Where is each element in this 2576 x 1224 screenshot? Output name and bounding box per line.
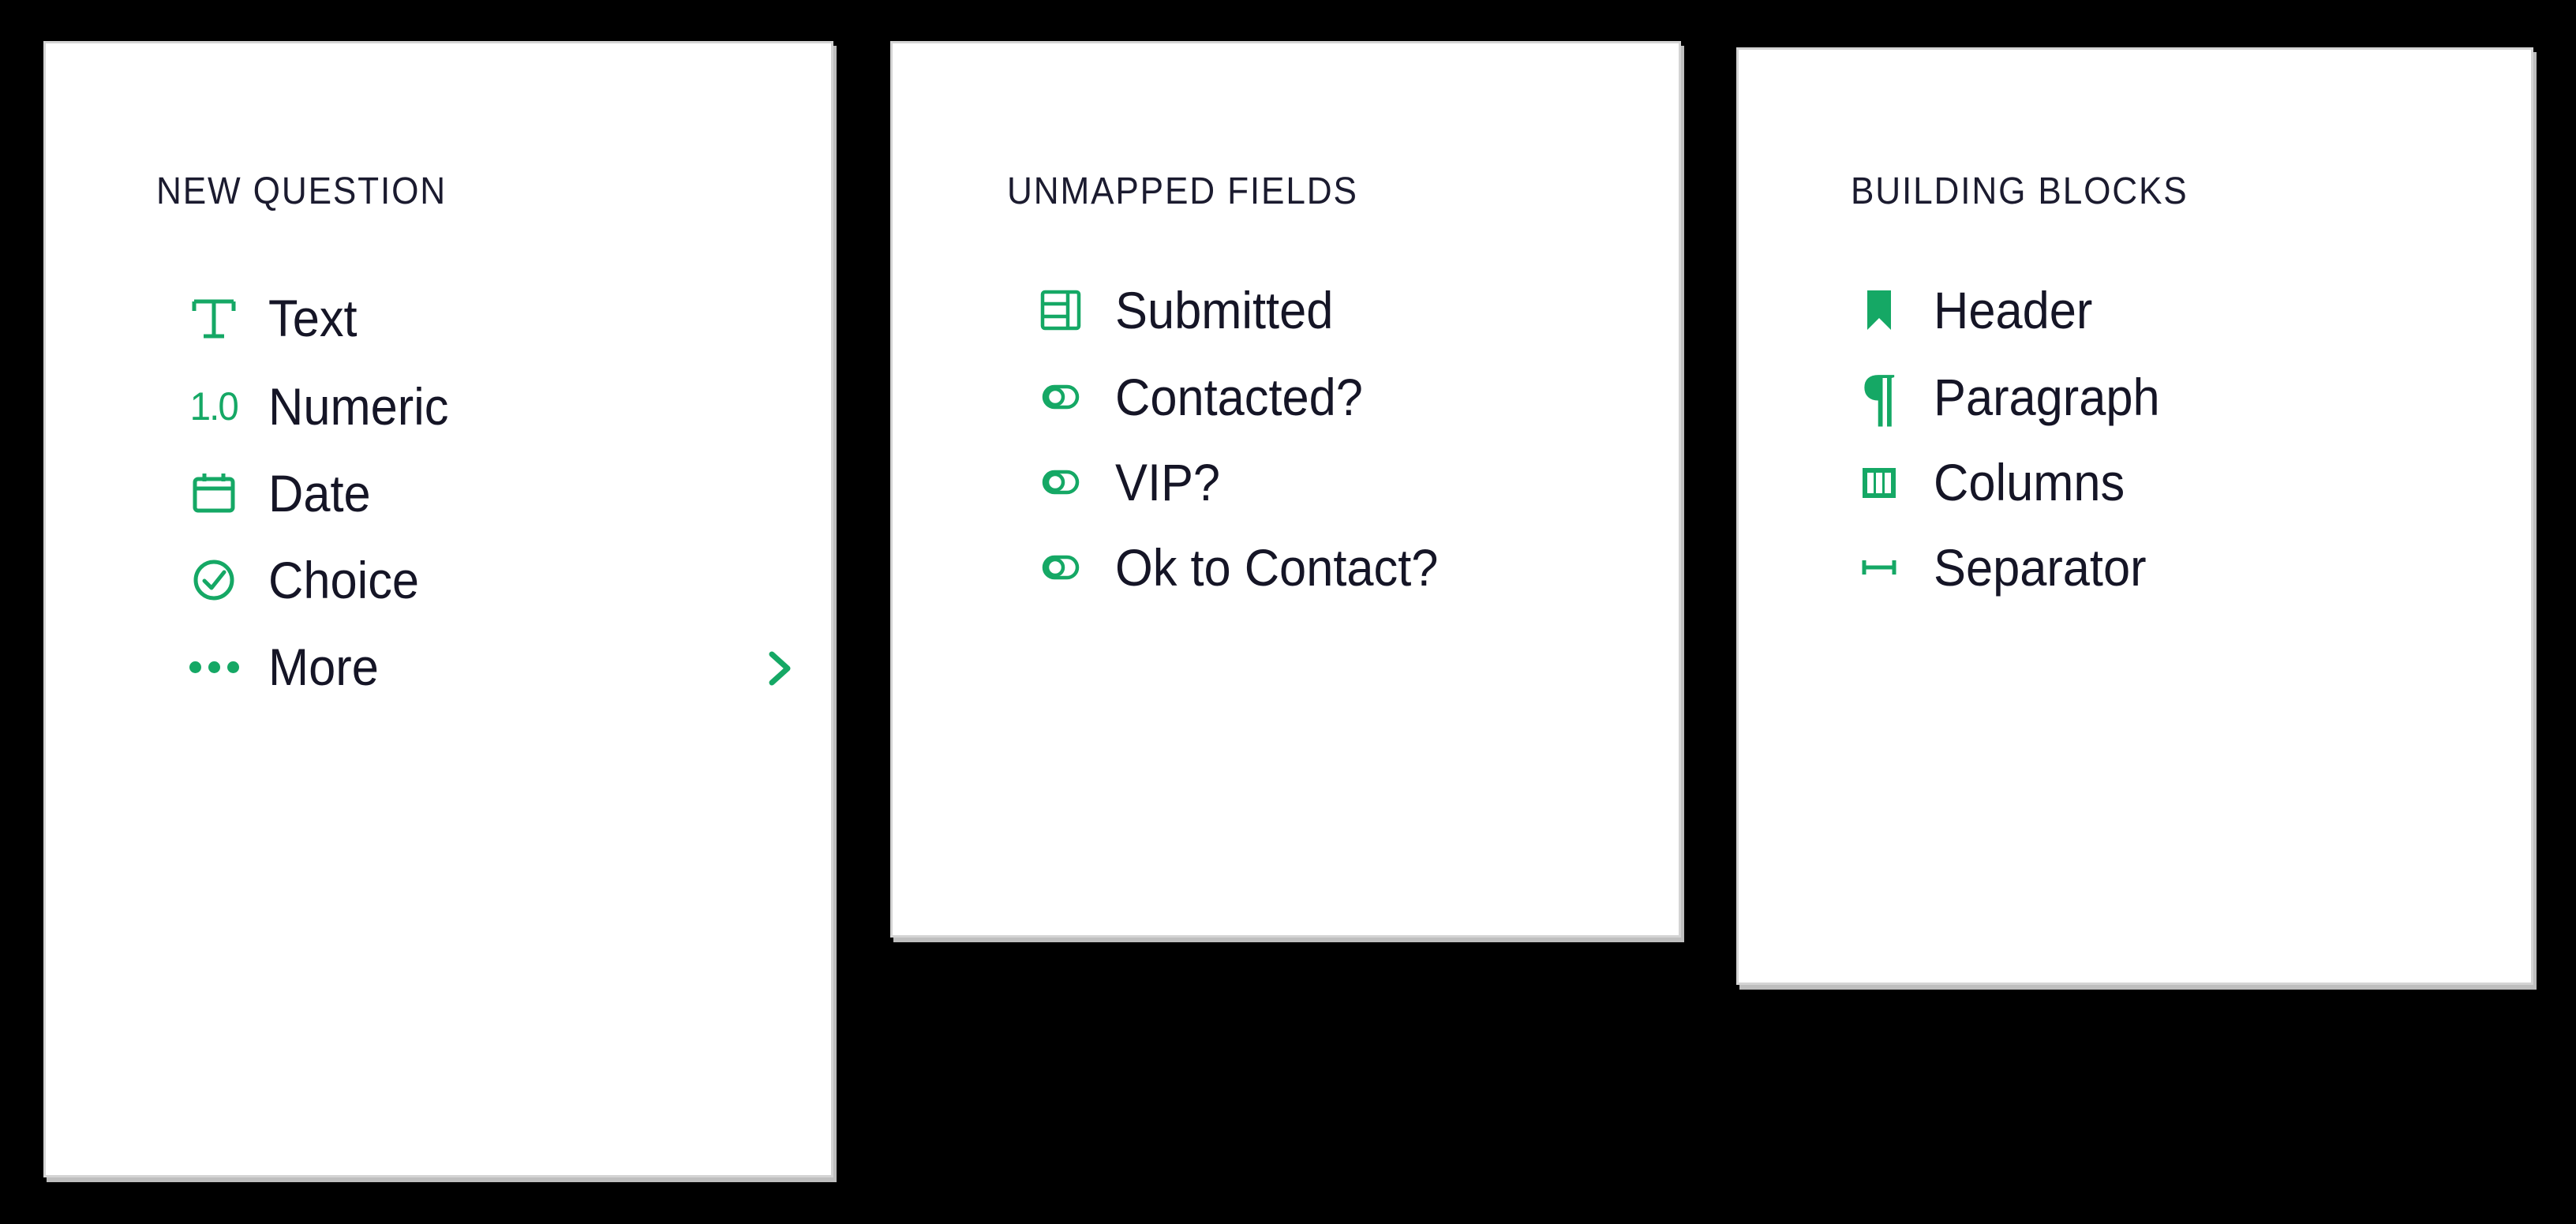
numeric-glyph-label: 1.0: [189, 384, 239, 429]
block-item-label: Header: [1934, 281, 2093, 339]
field-item-ok-to-contact[interactable]: Ok to Contact?: [1027, 530, 1462, 605]
panel-title-building-blocks: BUILDING BLOCKS: [1851, 170, 2188, 212]
field-item-contacted[interactable]: Contacted?: [1027, 359, 1382, 435]
ellipsis-icon: [180, 633, 248, 701]
columns-icon: [1845, 448, 1913, 516]
separator-icon: [1845, 533, 1913, 601]
block-item-label: Paragraph: [1934, 368, 2160, 426]
panel-building-blocks: BUILDING BLOCKS Header ¶ Paragraph Colum…: [1736, 47, 2533, 985]
pilcrow-icon: ¶: [1845, 363, 1913, 431]
bookmark-icon: [1845, 276, 1913, 344]
text-t-icon: [180, 284, 248, 352]
field-item-label: Contacted?: [1115, 368, 1363, 426]
block-item-label: Columns: [1934, 453, 2125, 511]
menu-item-choice[interactable]: Choice: [180, 542, 430, 618]
toggle-icon: [1027, 533, 1095, 601]
toggle-icon: [1027, 448, 1095, 516]
menu-item-more[interactable]: More: [180, 629, 387, 705]
panel-new-question: NEW QUESTION Text 1.0 Numeric Date Choic…: [43, 41, 833, 1177]
field-item-label: Ok to Contact?: [1115, 538, 1439, 597]
menu-item-label: Choice: [268, 551, 420, 609]
field-item-vip[interactable]: VIP?: [1027, 444, 1228, 520]
panel-unmapped-fields: UNMAPPED FIELDS Submitted Contacted? VIP…: [890, 41, 1681, 938]
field-item-label: Submitted: [1115, 281, 1334, 339]
panel-title-new-question: NEW QUESTION: [156, 170, 447, 212]
menu-item-date[interactable]: Date: [180, 455, 378, 531]
pilcrow-glyph-label: ¶: [1861, 360, 1897, 433]
numeric-1-0-icon: 1.0: [180, 372, 248, 440]
block-item-columns[interactable]: Columns: [1845, 444, 2139, 520]
table-layout-icon: [1027, 276, 1095, 344]
screen-root: NEW QUESTION Text 1.0 Numeric Date Choic…: [0, 0, 2576, 1224]
panel-title-unmapped-fields: UNMAPPED FIELDS: [1007, 170, 1358, 212]
menu-item-label: More: [268, 638, 379, 696]
block-item-paragraph[interactable]: ¶ Paragraph: [1845, 359, 2177, 435]
menu-item-text[interactable]: Text: [180, 280, 364, 356]
check-circle-icon: [180, 546, 248, 614]
menu-item-numeric[interactable]: 1.0 Numeric: [180, 369, 462, 444]
block-item-header[interactable]: Header: [1845, 272, 2104, 348]
block-item-label: Separator: [1934, 538, 2147, 597]
menu-item-label: Text: [268, 289, 358, 347]
calendar-icon: [180, 459, 248, 527]
menu-item-label: Numeric: [268, 377, 449, 436]
block-item-separator[interactable]: Separator: [1845, 530, 2162, 605]
field-item-label: VIP?: [1115, 453, 1221, 511]
field-item-submitted[interactable]: Submitted: [1027, 272, 1350, 348]
toggle-icon: [1027, 363, 1095, 431]
chevron-right-icon[interactable]: [756, 645, 803, 692]
menu-item-label: Date: [268, 464, 371, 522]
